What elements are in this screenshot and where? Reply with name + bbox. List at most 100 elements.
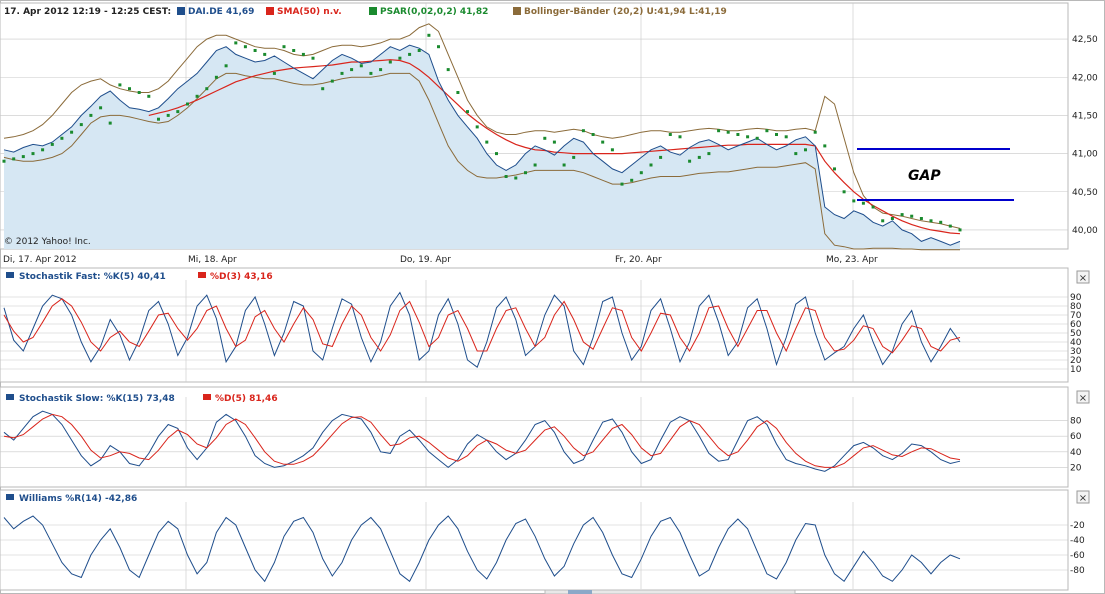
legend-swatch-williams: [6, 494, 14, 500]
copyright-text: © 2012 Yahoo! Inc.: [4, 237, 91, 247]
psar-dot: [601, 140, 605, 144]
legend-swatch-bollinger: [513, 7, 521, 15]
psar-dot: [939, 220, 943, 224]
psar-dot: [157, 117, 160, 121]
stoch-fast-y-axis: 908070605040302010: [1070, 293, 1082, 375]
legend-sma: SMA(50) n.v.: [277, 7, 342, 17]
psar-dot: [562, 163, 566, 167]
psar-dot: [910, 214, 914, 218]
psar-dot: [900, 213, 904, 217]
psar-dot: [330, 79, 334, 83]
psar-dot: [224, 64, 228, 68]
close-icon: ×: [1079, 393, 1087, 404]
psar-dot: [214, 75, 218, 79]
psar-dot: [408, 52, 412, 56]
psar-dot: [282, 45, 286, 49]
x-tick-label: Do, 19. Apr: [400, 255, 451, 265]
psar-dot: [919, 217, 923, 220]
psar-dot: [118, 83, 122, 87]
close-icon: ×: [1079, 273, 1087, 284]
psar-dot: [504, 175, 508, 178]
psar-dot: [417, 49, 421, 52]
scroller-thumb[interactable]: [568, 590, 592, 594]
close-williams-button[interactable]: ×: [1076, 490, 1090, 504]
psar-dot: [823, 144, 827, 148]
psar-dot: [359, 64, 363, 68]
chart-root: 42,50 42,00 41,50 41,00 40,50 40,00 © 2012 Ya…: [0, 0, 1105, 594]
psar-dot: [649, 163, 653, 167]
close-stoch-slow-button[interactable]: ×: [1076, 390, 1090, 404]
psar-dot: [765, 129, 769, 133]
close-stoch-fast-button[interactable]: ×: [1076, 270, 1090, 284]
psar-dot: [340, 71, 344, 75]
legend-swatch-d-slow: [203, 394, 211, 400]
psar-dot: [572, 155, 576, 159]
psar-dot: [379, 68, 383, 72]
y-tick-label: 41,50: [1072, 111, 1098, 121]
y-tick-label: 42,50: [1072, 35, 1098, 45]
legend-swatch-price: [177, 7, 185, 15]
psar-dot: [234, 41, 238, 45]
psar-dot: [678, 135, 682, 139]
psar-dot: [552, 140, 556, 144]
psar-dot: [475, 125, 479, 129]
psar-dot: [813, 130, 817, 134]
psar-dot: [108, 121, 112, 125]
psar-dot: [736, 133, 740, 136]
psar-dot: [717, 129, 721, 133]
psar-dot: [775, 133, 778, 136]
psar-dot: [948, 224, 952, 228]
psar-dot: [321, 87, 325, 91]
psar-dot: [50, 142, 54, 146]
stoch-fast-panel: Stochastik Fast: %K(5) 40,41 %D(3) 43,16…: [0, 267, 1090, 383]
psar-dot: [70, 130, 74, 134]
psar-dot: [890, 217, 894, 220]
y-tick-label: -80: [1070, 566, 1085, 576]
psar-dot: [128, 87, 131, 91]
psar-dot: [369, 71, 373, 75]
psar-dot: [591, 133, 595, 136]
psar-dot: [466, 110, 469, 114]
psar-dot: [253, 49, 257, 52]
psar-dot: [137, 91, 141, 94]
psar-dot: [147, 94, 151, 98]
y-tick-label: -60: [1070, 551, 1085, 561]
psar-dot: [60, 136, 64, 140]
psar-dot: [437, 45, 440, 49]
psar-dot: [427, 33, 431, 37]
psar-dot: [620, 182, 624, 186]
psar-dot: [533, 163, 537, 167]
psar-dot: [871, 205, 875, 209]
legend-price: DAI.DE 41,69: [188, 7, 254, 17]
psar-dot: [398, 56, 402, 60]
psar-dot: [668, 133, 672, 136]
x-tick-label: Fr, 20. Apr: [615, 255, 662, 265]
williams-label: Williams %R(14) -42,86: [19, 494, 137, 504]
psar-dot: [79, 123, 83, 127]
y-tick-label: -40: [1070, 536, 1085, 546]
psar-dot: [292, 49, 296, 52]
y-tick-label: -20: [1070, 521, 1085, 531]
psar-dot: [495, 152, 498, 156]
psar-dot: [301, 52, 305, 56]
main-price-panel: 42,50 42,00 41,50 41,00 40,50 40,00 © 2012 Ya…: [0, 2, 1098, 251]
y-tick-label: 10: [1070, 365, 1082, 375]
x-tick-label: Mi, 18. Apr: [188, 255, 237, 265]
legend-swatch-k-fast: [6, 272, 14, 278]
close-icon: ×: [1079, 493, 1087, 504]
psar-dot: [688, 159, 692, 163]
stoch-fast-k-label: Stochastik Fast: %K(5) 40,41: [19, 272, 166, 282]
psar-dot: [958, 228, 962, 232]
psar-dot: [794, 152, 798, 156]
stoch-slow-d-label: %D(5) 81,46: [215, 394, 278, 404]
timeline-scroller[interactable]: [544, 589, 796, 594]
psar-dot: [99, 106, 103, 110]
psar-dot: [388, 60, 392, 64]
psar-dot: [543, 136, 547, 140]
y-tick-label: 40: [1070, 448, 1082, 458]
psar-dot: [639, 171, 643, 175]
psar-dot: [166, 113, 170, 117]
psar-dot: [784, 135, 788, 139]
legend-swatch-k-slow: [6, 394, 14, 400]
psar-dot: [833, 167, 836, 171]
